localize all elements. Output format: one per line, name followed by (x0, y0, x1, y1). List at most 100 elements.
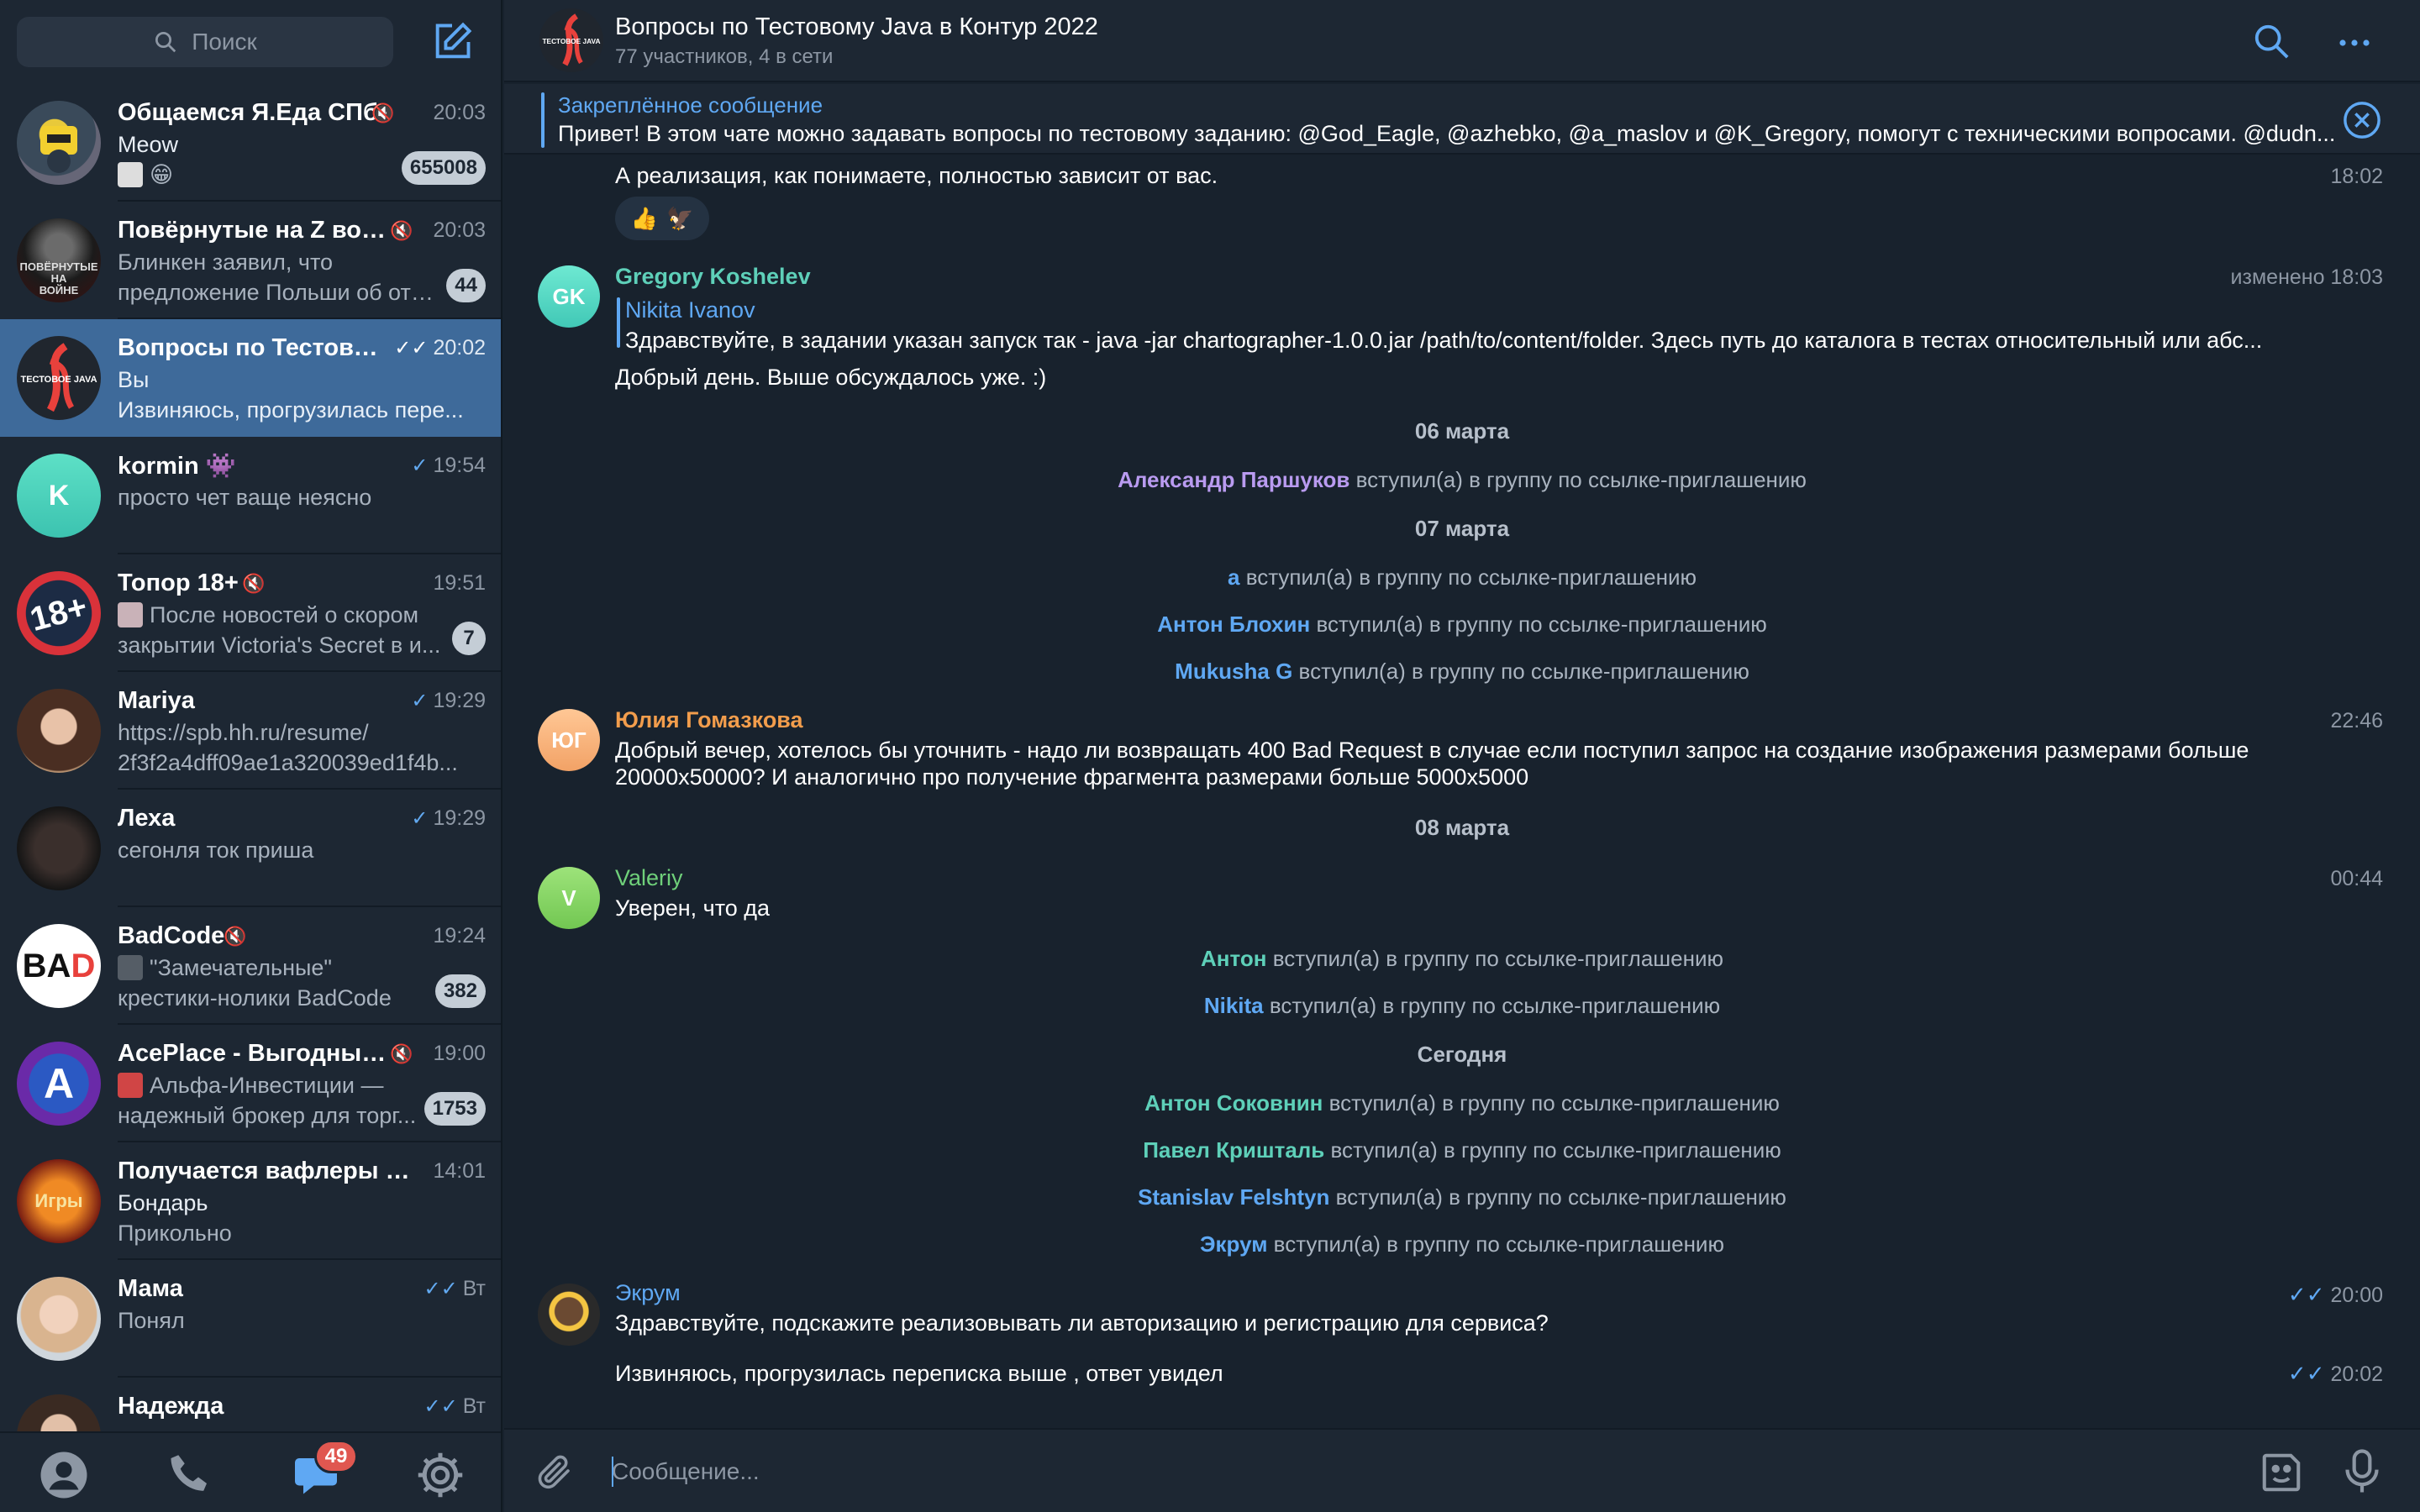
chat-item[interactable]: 18+ Топор 18+ 🔇 19:51 После новостей о с… (0, 554, 501, 672)
service-user-name[interactable]: Антон Блохин (1157, 612, 1310, 637)
chat-name: kormin 👾 (118, 452, 387, 480)
chat-item[interactable]: Общаемся Я.Еда СПб 🔇 20:03 Meow 😁 655008 (0, 84, 501, 202)
message-time: 00:44 (2330, 867, 2383, 890)
chat-panel: ТЕСТОВОЕ JAVA Вопросы по Тестовому Java … (504, 0, 2420, 1512)
sender-name[interactable]: Юлия Гомазкова (615, 707, 803, 733)
service-user-name[interactable]: Александр Паршуков (1118, 467, 1349, 492)
chat-time-value: Вт (462, 1277, 486, 1300)
service-text: вступил(а) в группу по ссылке-приглашени… (1328, 1090, 1780, 1116)
chat-avatar (17, 806, 101, 890)
space-invader-icon: 👾 (205, 453, 236, 480)
close-pinned-icon[interactable] (2343, 101, 2381, 139)
chat-header[interactable]: ТЕСТОВОЕ JAVA Вопросы по Тестовому Java … (504, 0, 2420, 82)
chat-time-value: Вт (462, 1394, 486, 1418)
service-user-name[interactable]: Павел Кришталь (1143, 1137, 1324, 1163)
service-user-name[interactable]: а (1228, 564, 1239, 590)
chat-time: ✓ 19:54 (411, 454, 486, 478)
chat-item[interactable]: Игры Получается вафлеры мо... 14:01 Бонд… (0, 1142, 501, 1260)
message[interactable]: А реализация, как понимаете, полностью з… (504, 156, 2420, 249)
service-message: а вступил(а) в группу по ссылке-приглаше… (504, 564, 2420, 591)
service-user-name[interactable]: Stanislav Felshtyn (1138, 1184, 1329, 1210)
sender-avatar[interactable]: GK (538, 265, 600, 328)
chat-item[interactable]: Mariya ✓ 19:29 https://spb.hh.ru/resume/ … (0, 672, 501, 790)
chat-item[interactable]: K kormin 👾 ✓ 19:54 просто чет ваще неясно (0, 437, 501, 554)
message[interactable]: Экрум ✓✓ 20:00 Здравствуйте, подскажите … (504, 1277, 2420, 1346)
chat-preview-line1: "Замечательные" (118, 955, 471, 981)
service-text: вступил(а) в группу по ссылке-приглашени… (1316, 612, 1767, 637)
attach-paperclip-icon[interactable] (534, 1452, 575, 1492)
chat-avatar: K (17, 454, 101, 538)
compose-icon[interactable] (430, 20, 474, 64)
message[interactable]: V Valeriy 00:44 Уверен, что да (504, 862, 2420, 929)
chat-preview-line1: Понял (118, 1308, 185, 1333)
read-ticks-icon: ✓✓ (2287, 1282, 2325, 1307)
message-input[interactable] (612, 1448, 2208, 1495)
reply-text[interactable]: Здравствуйте, в задании указан запуск та… (625, 328, 2348, 354)
sender-name[interactable]: Экрум (615, 1280, 681, 1306)
chat-avatar: A (17, 1042, 101, 1126)
unread-badge: 382 (434, 974, 486, 1008)
search-input[interactable]: Поиск (17, 17, 393, 67)
message-time: 20:02 (2330, 1362, 2383, 1386)
chat-item[interactable]: ПОВЁРНУТЫЕ НА ВОЙНЕ Повёрнутые на Z вой...… (0, 202, 501, 319)
chat-item[interactable]: A AcePlace - Выгодный... 🔇 19:00 Альфа-И… (0, 1025, 501, 1142)
settings-gear-icon[interactable] (415, 1450, 466, 1500)
sender-avatar[interactable] (538, 1284, 600, 1346)
chat-preview-sender: Бондарь (118, 1190, 208, 1215)
chat-item-active[interactable]: ТЕСТОВОЕ JAVA Вопросы по Тестовом... ✓✓ 2… (0, 319, 501, 437)
sender-name[interactable]: Gregory Koshelev (615, 264, 811, 290)
chat-name: Вопросы по Тестовом... (118, 334, 387, 361)
contacts-tab-icon[interactable] (39, 1450, 89, 1500)
chat-time: ✓ 19:29 (411, 689, 486, 713)
service-user-name[interactable]: Mukusha G (1175, 659, 1292, 684)
sticker-emoji-icon[interactable] (2259, 1450, 2304, 1495)
chat-time-value: 19:29 (433, 806, 486, 830)
service-user-name[interactable]: Антон Соковнин (1144, 1090, 1323, 1116)
chat-time: 19:51 (433, 571, 486, 595)
calls-tab-icon[interactable] (165, 1450, 215, 1500)
chat-name: BadCode (118, 922, 225, 949)
group-avatar[interactable]: ТЕСТОВОЕ JAVA (539, 8, 603, 72)
service-user-name[interactable]: Антон (1201, 946, 1266, 971)
chat-item[interactable]: Надежда ✓✓ Вт (0, 1378, 501, 1431)
chat-avatar: ПОВЁРНУТЫЕ НА ВОЙНЕ (17, 218, 101, 302)
date-separator: Сегодня (1417, 1042, 1507, 1067)
sender-name[interactable]: Valeriy (615, 865, 683, 891)
message-status: ✓✓ 20:00 (2288, 1282, 2383, 1308)
chat-avatar: 18+ (17, 571, 101, 655)
pinned-message-bar[interactable]: Закреплённое сообщение Привет! В этом ча… (504, 84, 2420, 155)
chat-name-text: kormin (118, 453, 199, 480)
message-list[interactable]: А реализация, как понимаете, полностью з… (504, 156, 2420, 1428)
read-ticks-icon: ✓✓ (2287, 1361, 2325, 1386)
service-user-name[interactable]: Nikita (1204, 993, 1264, 1018)
message-text: Добрый день. Выше обсуждалось уже. :) (615, 365, 1047, 390)
chat-item[interactable]: Мама ✓✓ Вт Понял (0, 1260, 501, 1378)
service-message: Mukusha G вступил(а) в группу по ссылке-… (504, 659, 2420, 685)
chats-unread-badge: 49 (314, 1440, 358, 1473)
sender-avatar[interactable]: ЮГ (538, 709, 600, 771)
reply-author[interactable]: Nikita Ivanov (625, 297, 755, 323)
message[interactable]: GK Gregory Koshelev изменено 18:03 Nikit… (504, 260, 2420, 395)
chat-name: Получается вафлеры мо... (118, 1158, 420, 1184)
chat-avatar: BA D (17, 924, 101, 1008)
yandex-eda-avatar-icon (40, 126, 77, 173)
sender-avatar[interactable]: V (538, 867, 600, 929)
message[interactable]: Извиняюсь, прогрузилась переписка выше ,… (504, 1356, 2420, 1398)
microphone-icon[interactable] (2344, 1448, 2380, 1495)
chat-item[interactable]: BA D BadCode 🔇 19:24 "Замечательные" крес… (0, 907, 501, 1025)
message-reactions[interactable]: 👍 🦅 (615, 197, 709, 240)
service-text: вступил(а) в группу по ссылке-приглашени… (1298, 659, 1749, 684)
message[interactable]: ЮГ Юлия Гомазкова 22:46 Добрый вечер, хо… (504, 704, 2420, 796)
search-icon[interactable] (2252, 22, 2291, 60)
chat-avatar: Игры (17, 1159, 101, 1243)
service-message: Антон Блохин вступил(а) в группу по ссыл… (504, 612, 2420, 638)
eagle-reaction-icon: 🦅 (666, 205, 694, 231)
chat-time-value: 19:29 (433, 689, 486, 712)
service-user-name[interactable]: Экрум (1200, 1231, 1267, 1257)
message-text-line2: 20000x50000? И аналогично про получение … (615, 764, 1529, 790)
reply-accent-bar (617, 297, 620, 348)
chat-item[interactable]: Леха ✓ 19:29 сегонля ток пришa (0, 790, 501, 907)
chat-preview-line1: Блинкен заявил, что (118, 249, 334, 275)
more-options-icon[interactable] (2338, 30, 2371, 55)
muted-icon: 🔇 (224, 926, 247, 947)
